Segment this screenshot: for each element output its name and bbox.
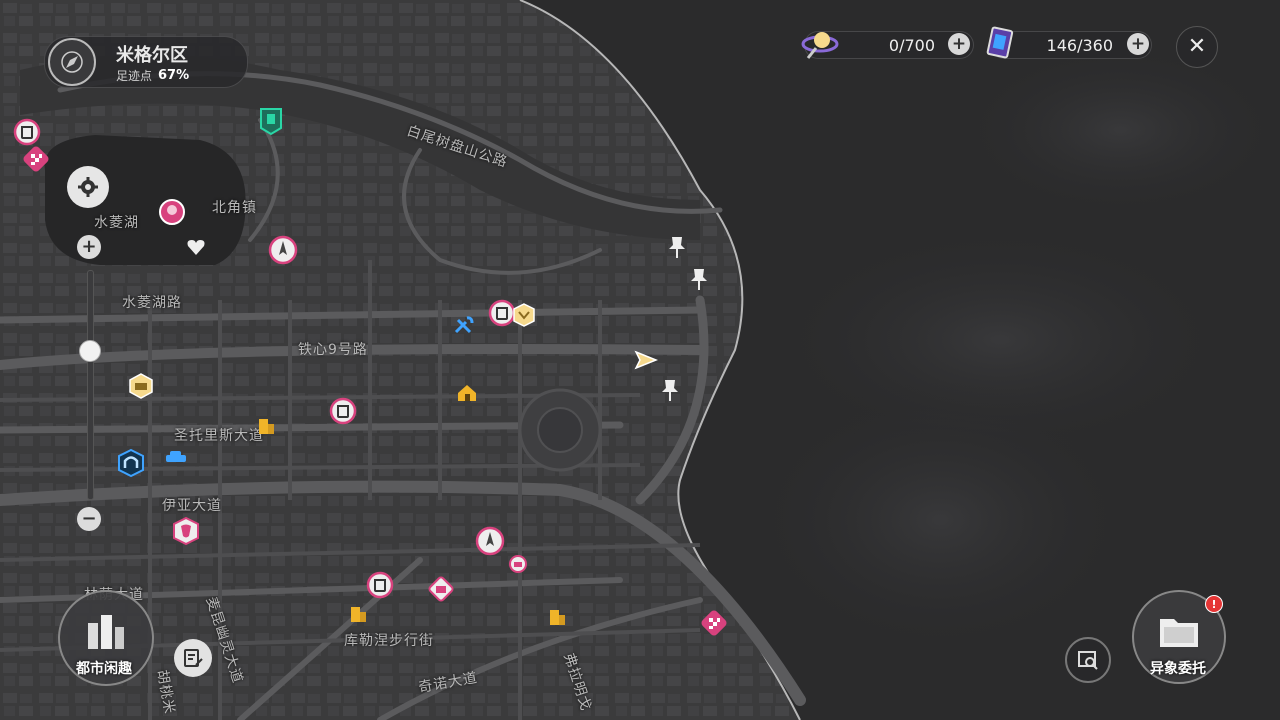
pin-marker[interactable] <box>684 264 714 294</box>
building-marker[interactable] <box>542 601 572 631</box>
trash-can-marker[interactable] <box>328 396 358 426</box>
portal-marker[interactable] <box>116 448 146 478</box>
street-label: 北角镇 <box>212 200 257 216</box>
wrench-marker[interactable] <box>449 311 479 341</box>
street-label: 水菱湖 <box>94 215 139 231</box>
small-pink-marker[interactable] <box>503 549 533 579</box>
card-add-button[interactable]: + <box>1127 33 1149 55</box>
zoom-slider-thumb[interactable] <box>79 339 101 362</box>
edit-list-icon <box>184 649 203 667</box>
notes-button[interactable] <box>174 639 212 677</box>
trash-can-marker[interactable] <box>365 570 395 600</box>
map-screen: 白尾树盘山公路 水菱湖 北角镇 水菱湖路 铁心9号路 圣托里斯大道 伊亚大道 库… <box>0 0 1280 720</box>
street-label: 库勒涅步行街 <box>344 633 434 649</box>
arcade-marker[interactable] <box>426 574 456 604</box>
home-marker[interactable] <box>452 378 482 408</box>
delivery-marker[interactable] <box>126 371 156 401</box>
mask-marker[interactable] <box>171 516 201 546</box>
racing-flag-marker[interactable] <box>699 608 729 638</box>
trash-can-marker[interactable] <box>12 117 42 147</box>
plus-icon: + <box>81 236 97 257</box>
heart-shield-marker[interactable] <box>181 232 211 262</box>
racing-flag-marker[interactable] <box>21 144 51 174</box>
player-arrow-marker <box>630 345 660 375</box>
card-count: 146/360 <box>1046 35 1113 55</box>
character-avatar-marker[interactable] <box>157 197 187 227</box>
hex-shop-marker[interactable] <box>509 300 539 330</box>
teal-door-marker[interactable] <box>256 106 286 136</box>
close-button[interactable]: ✕ <box>1176 26 1218 68</box>
zoom-out-button[interactable]: − <box>77 507 101 531</box>
city-fun-button[interactable]: 都市闲趣 <box>58 590 154 686</box>
building-marker[interactable] <box>251 410 281 440</box>
footprint-label: 足迹点 <box>116 68 153 83</box>
lollipop-count: 0/700 <box>888 35 935 55</box>
map-search-button[interactable] <box>1065 637 1111 683</box>
street-label: 水菱湖路 <box>122 295 182 311</box>
footprint-percent: 67% <box>158 67 190 83</box>
rocket-marker[interactable] <box>268 235 298 265</box>
district-panel[interactable]: 米格尔区 足迹点 67% <box>44 36 248 88</box>
street-label: 伊亚大道 <box>162 498 222 514</box>
lollipop-icon <box>800 26 840 66</box>
rocket-marker[interactable] <box>475 526 505 556</box>
car-marker[interactable] <box>161 443 191 473</box>
pin-marker[interactable] <box>662 232 692 262</box>
district-name: 米格尔区 <box>116 44 188 66</box>
anomaly-label: 异象委托 <box>1150 661 1206 677</box>
minus-icon: − <box>81 508 97 529</box>
close-icon: ✕ <box>1187 34 1207 59</box>
zoom-track[interactable] <box>87 270 94 500</box>
settings-button[interactable] <box>67 166 109 208</box>
street-label: 铁心9号路 <box>298 342 368 358</box>
anomaly-commission-button[interactable]: 异象委托 ! <box>1132 590 1228 684</box>
map-search-icon <box>1078 651 1098 670</box>
plus-icon: + <box>1130 33 1146 54</box>
card-icon <box>984 26 1014 64</box>
plus-icon: + <box>951 33 967 54</box>
folder-icon <box>1160 619 1198 647</box>
compass-icon[interactable] <box>48 38 96 86</box>
building-marker[interactable] <box>343 598 373 628</box>
zoom-in-button[interactable]: + <box>77 235 101 259</box>
pin-marker[interactable] <box>655 375 685 405</box>
city-fun-label: 都市闲趣 <box>76 661 132 677</box>
gear-icon <box>78 177 98 197</box>
lollipop-add-button[interactable]: + <box>948 33 970 55</box>
notification-badge: ! <box>1205 595 1223 613</box>
city-buildings-icon <box>88 615 124 649</box>
